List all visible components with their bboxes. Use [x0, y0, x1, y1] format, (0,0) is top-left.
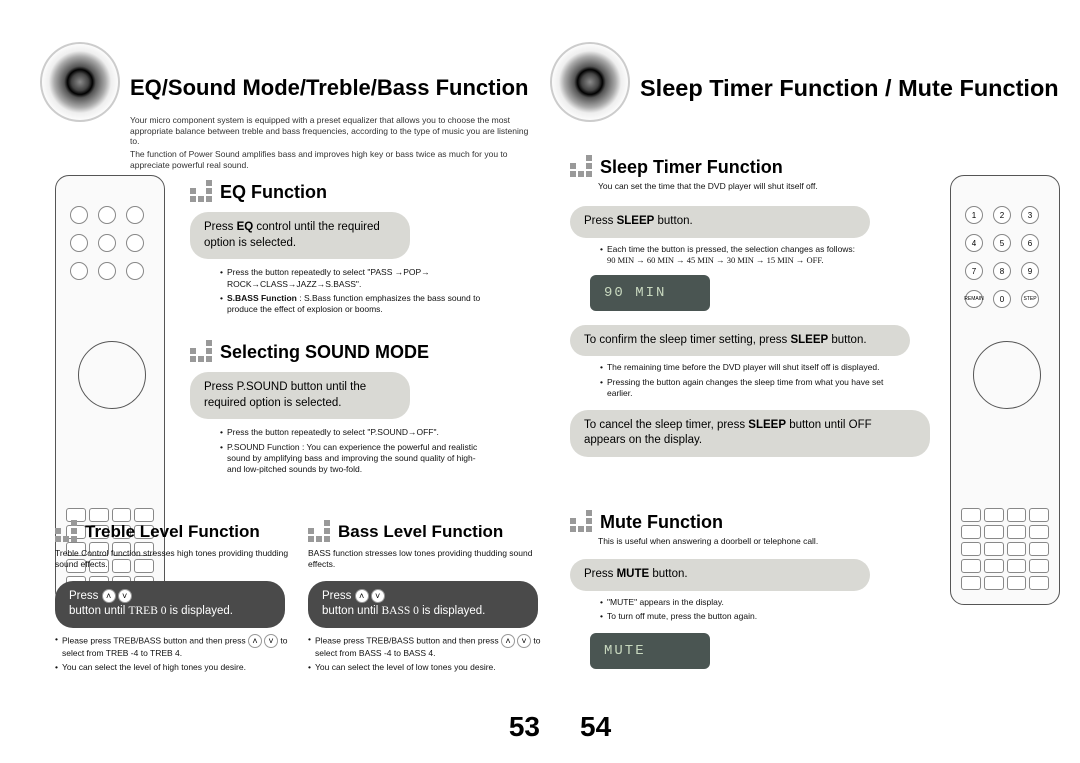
- intro-p1: Your micro component system is equipped …: [130, 115, 540, 147]
- page-54: Sleep Timer Function / Mute Function 123…: [570, 0, 1060, 763]
- mute-heading: Mute Function: [570, 510, 940, 534]
- bullet-decor-icon: [55, 520, 79, 544]
- up-down-icon: ˄˅: [355, 589, 385, 603]
- eq-instruction-pill: Press EQ control until the required opti…: [190, 212, 410, 259]
- bullet-decor-icon: [190, 180, 214, 204]
- sleep-pill-2: To confirm the sleep timer setting, pres…: [570, 325, 910, 357]
- eq-section: EQ Function Press EQ control until the r…: [190, 180, 540, 316]
- lcd-display-sleep: 90 MIN: [590, 275, 710, 311]
- sleep-bullet-3: •Pressing the button again changes the s…: [600, 377, 910, 400]
- treble-desc: Treble Control function stresses high to…: [55, 548, 288, 569]
- up-down-icon: ˄˅: [102, 589, 132, 603]
- sleep-pill-3: To cancel the sleep timer, press SLEEP b…: [570, 410, 930, 457]
- eq-heading: EQ Function: [190, 180, 540, 204]
- page-title: EQ/Sound Mode/Treble/Bass Function: [130, 75, 528, 101]
- speaker-icon: [550, 42, 630, 122]
- mute-pill: Press MUTE button.: [570, 559, 870, 591]
- page-number: 53: [509, 711, 540, 743]
- bullet-decor-icon: [308, 520, 332, 544]
- page-number: 54: [580, 711, 611, 743]
- sleep-heading-text: Sleep Timer Function: [600, 157, 783, 178]
- sound-heading: Selecting SOUND MODE: [190, 340, 540, 364]
- bass-bullet-1: • Please press TREB/BASS button and then…: [308, 634, 553, 659]
- lcd-display-mute: MUTE: [590, 633, 710, 669]
- mute-section: Mute Function This is useful when answer…: [570, 510, 940, 669]
- remote-illustration: 123 456 789 REMAIN0STEP: [950, 175, 1060, 605]
- speaker-icon: [40, 42, 120, 122]
- eq-heading-text: EQ Function: [220, 182, 327, 203]
- bullet-decor-icon: [190, 340, 214, 364]
- sleep-bullet-2: •The remaining time before the DVD playe…: [600, 362, 910, 373]
- eq-bullet-1: •Press the button repeatedly to select "…: [220, 267, 490, 290]
- sound-mode-section: Selecting SOUND MODE Press P.SOUND butto…: [190, 340, 540, 476]
- mute-bullet-2: •To turn off mute, press the button agai…: [600, 611, 910, 622]
- up-down-icon: ˄˅: [501, 634, 531, 648]
- bass-instruction-pill: Press ˄˅ button until BASS 0 is displaye…: [308, 581, 538, 628]
- page-53: EQ/Sound Mode/Treble/Bass Function Your …: [60, 0, 550, 763]
- eq-bullet-2: •S.BASS Function : S.Bass function empha…: [220, 293, 490, 316]
- mute-heading-text: Mute Function: [600, 512, 723, 533]
- sleep-bullet-1: • Each time the button is pressed, the s…: [600, 244, 910, 267]
- treble-bullet-2: •You can select the level of high tones …: [55, 662, 305, 673]
- bass-desc: BASS function stresses low tones providi…: [308, 548, 532, 569]
- sleep-desc: You can set the time that the DVD player…: [598, 181, 818, 191]
- mute-desc: This is useful when answering a doorbell…: [598, 536, 818, 546]
- sound-heading-text: Selecting SOUND MODE: [220, 342, 429, 363]
- sleep-heading: Sleep Timer Function: [570, 155, 940, 179]
- sound-bullet-2: •P.SOUND Function : You can experience t…: [220, 442, 490, 476]
- bass-section: Bass Level Function BASS function stress…: [308, 520, 553, 674]
- treble-section: Treble Level Function Treble Control fun…: [55, 520, 305, 674]
- treble-bullet-1: • Please press TREB/BASS button and then…: [55, 634, 305, 659]
- page-title: Sleep Timer Function / Mute Function: [640, 75, 1059, 102]
- bass-heading: Bass Level Function: [308, 520, 553, 544]
- bullet-decor-icon: [570, 510, 594, 534]
- sleep-pill-1: Press SLEEP button.: [570, 206, 870, 238]
- bullet-decor-icon: [570, 155, 594, 179]
- intro-p2: The function of Power Sound amplifies ba…: [130, 149, 540, 170]
- sound-instruction-pill: Press P.SOUND button until the required …: [190, 372, 410, 419]
- bass-bullet-2: •You can select the level of low tones y…: [308, 662, 553, 673]
- up-down-icon: ˄˅: [248, 634, 278, 648]
- treble-heading-text: Treble Level Function: [85, 522, 260, 542]
- sound-bullet-1: •Press the button repeatedly to select "…: [220, 427, 490, 438]
- treble-instruction-pill: Press ˄˅ button until TREB 0 is displaye…: [55, 581, 285, 628]
- intro-text: Your micro component system is equipped …: [130, 115, 540, 170]
- mute-bullet-1: •"MUTE" appears in the display.: [600, 597, 910, 608]
- bass-heading-text: Bass Level Function: [338, 522, 503, 542]
- sleep-section: Sleep Timer Function You can set the tim…: [570, 155, 940, 457]
- treble-heading: Treble Level Function: [55, 520, 305, 544]
